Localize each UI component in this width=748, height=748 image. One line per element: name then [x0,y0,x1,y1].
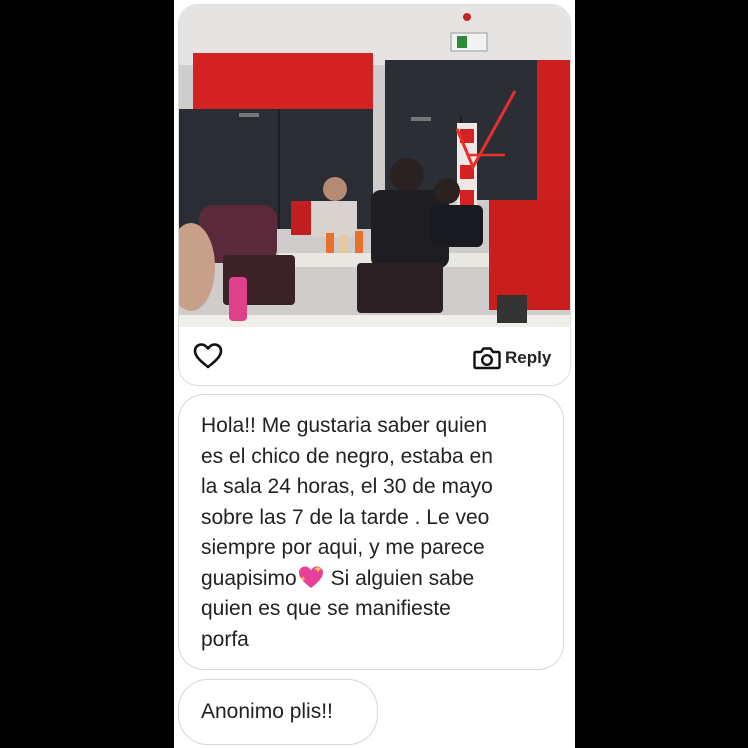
camera-icon [473,346,501,370]
message-bubble: Hola!! Me gustaria saber quien es el chi… [178,394,564,670]
heart-outline-icon[interactable] [193,341,223,371]
message-text-part-1: Hola!! Me gustaria saber quien es el chi… [201,414,493,590]
study-room-photo [179,5,570,327]
reply-button[interactable]: Reply [473,343,551,373]
sparkling-heart-icon [297,564,325,590]
post-card: Reply [178,4,571,386]
reply-bubble: Anonimo plis!! [178,679,378,745]
message-text: Hola!! Me gustaria saber quien es el chi… [201,411,546,655]
story-panel: Reply Hola!! Me gustaria saber quien es … [174,0,575,748]
reply-text: Anonimo plis!! [201,700,333,723]
reply-label: Reply [505,348,552,367]
